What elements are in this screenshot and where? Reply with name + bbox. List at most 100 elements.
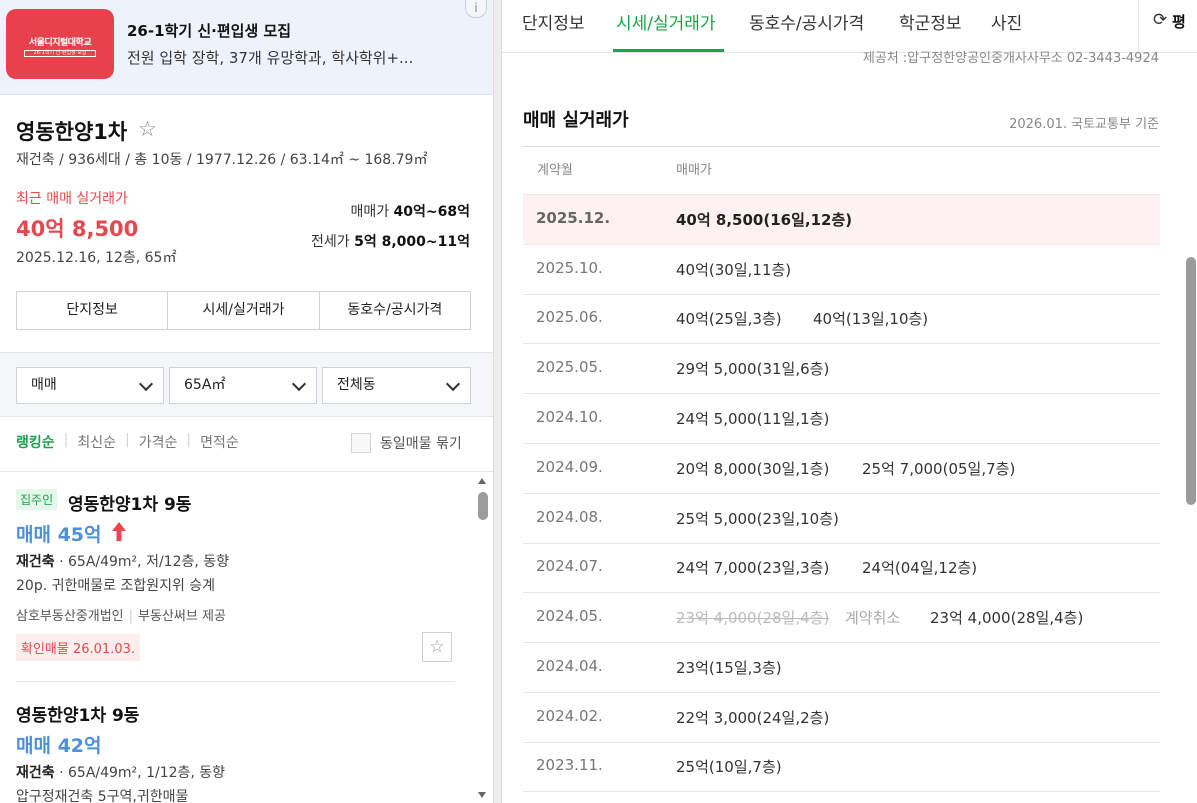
listing-title[interactable]: 영동한양1차 9동 [68, 490, 191, 515]
recent-price: 40억 8,500 [16, 217, 139, 241]
row-deal: 22억 3,000(24일,2층) [676, 709, 830, 727]
sort-separator: | [125, 432, 130, 448]
ad-description[interactable]: 전원 입학 장학, 37개 유망학과, 학사학위+... [127, 47, 413, 68]
dong-value: 전체동 [337, 377, 376, 393]
data-provider: 제공처 :압구정한양공인중개사사무소 02-3443-4924 [862, 51, 1159, 66]
sort-latest[interactable]: 최신순 [77, 432, 125, 452]
row-month: 2024.04. [536, 657, 603, 675]
listing-agency: 삼호부동산중개법인 [16, 609, 124, 624]
star-icon[interactable]: ☆ [138, 117, 157, 141]
table-row: 2024.05. 23억 4,000(28일,4층) 계약취소 23억 4,00… [523, 593, 1160, 643]
ad-title[interactable]: 26-1학기 신·편입생 모집 [127, 20, 291, 41]
row-month: 2025.06. [536, 308, 603, 326]
listing-provider: 부동산써브 제공 [138, 609, 226, 624]
listing-price[interactable]: 매매 42억 [16, 731, 102, 758]
lease-price-label: 전세가 [311, 234, 350, 250]
row-deal: 40억(25일,3층) [676, 310, 782, 328]
lease-price-range: 전세가 5억 8,000~11억 [311, 231, 470, 251]
left-panel: 서울디지털대학교 26-1학기 신·편입생 모집 26-1학기 신·편입생 모집… [0, 0, 493, 803]
listing-title[interactable]: 영동한양1차 9동 [16, 701, 139, 726]
listing-spec-text: 65A/49m², 저/12층, 동향 [68, 554, 230, 570]
row-deal: 25억(10일,7층) [676, 758, 782, 776]
sale-price-range: 매매가 40억~68억 [350, 201, 470, 221]
table-row: 2025.06. 40억(25일,3층) 40억(13일,10층) [523, 294, 1160, 344]
scrollbar-thumb[interactable] [1186, 257, 1196, 505]
divider [0, 471, 493, 472]
row-deal: 23억(15일,3층) [676, 659, 782, 677]
trade-type-value: 매매 [31, 377, 57, 393]
row-month: 2024.08. [536, 508, 603, 526]
column-header-month: 계약월 [537, 163, 573, 178]
table-row: 2024.07. 24억 7,000(23일,3층) 24억(04일,12층) [523, 543, 1160, 593]
subtab-unit-price[interactable]: 동호수/공시가격 [320, 292, 470, 329]
arrow-up-icon [112, 522, 126, 541]
subtab-price[interactable]: 시세/실거래가 [168, 292, 320, 329]
sort-ranking[interactable]: 랭킹순 [16, 432, 64, 452]
table-row: 2025.05. 29억 5,000(31일,6층) [523, 344, 1160, 394]
row-month: 2025.05. [536, 358, 603, 376]
column-header-price: 매매가 [676, 163, 712, 178]
tab-unit-price[interactable]: 동호수/공시가격 [749, 9, 864, 34]
right-panel: 단지정보 시세/실거래가 동호수/공시가격 학군정보 사진 ⟳ 평 제공처 :압… [502, 0, 1197, 803]
dong-select[interactable]: 전체동 [322, 367, 471, 404]
area-select[interactable]: 65A㎡ [169, 367, 317, 404]
list-scrollbar[interactable] [474, 474, 491, 803]
area-unit-toggle[interactable]: ⟳ 평 [1138, 0, 1197, 52]
owner-badge: 집주인 [16, 489, 58, 510]
same-listing-checkbox[interactable] [351, 433, 371, 453]
sort-area[interactable]: 면적순 [200, 432, 248, 452]
detail-scrollbar[interactable] [1185, 53, 1197, 803]
chevron-down-icon [138, 376, 154, 392]
table-row: 2024.08. 25억 5,000(23일,10층) [523, 494, 1160, 544]
area-value: 65A㎡ [184, 377, 226, 393]
ad-logo[interactable]: 서울디지털대학교 26-1학기 신·편입생 모집 [6, 9, 114, 79]
sort-price[interactable]: 가격순 [139, 432, 187, 452]
tab-photos[interactable]: 사진 [991, 9, 1022, 34]
row-month: 2025.10. [536, 259, 603, 277]
row-month: 2024.09. [536, 458, 603, 476]
favorite-button[interactable]: ☆ [422, 632, 452, 662]
chevron-down-icon [445, 376, 461, 392]
table-row: 2024.10. 24억 5,000(11일,1층) [523, 394, 1160, 444]
table-row: 2025.10. 40억(30일,11층) [523, 245, 1160, 295]
table-row: 2024.02. 22억 3,000(24일,2층) [523, 693, 1160, 743]
tab-complex-info[interactable]: 단지정보 [522, 9, 585, 34]
sort-options: 랭킹순 | 최신순 | 가격순 | 면적순 [16, 432, 248, 452]
listing-type: 재건축 [16, 554, 55, 570]
table-border [523, 146, 1160, 147]
row-month: 2024.02. [536, 707, 603, 725]
scrollbar-thumb[interactable] [478, 492, 488, 520]
source-separator: | [128, 609, 134, 624]
refresh-icon: ⟳ [1153, 10, 1168, 30]
same-listing-label[interactable]: 동일매물 묶기 [380, 433, 462, 453]
row-deal: 25억 5,000(23일,10층) [676, 510, 839, 528]
listing-spec-text: 65A/49m², 1/12층, 동향 [68, 765, 226, 781]
listing-spec: 재건축 · 65A/49m², 1/12층, 동향 [16, 765, 226, 781]
trade-type-select[interactable]: 매매 [16, 367, 164, 404]
data-basis: 2026.01. 국토교통부 기준 [1009, 117, 1159, 132]
info-icon[interactable]: i [465, 0, 487, 18]
area-unit-label: 평 [1172, 13, 1186, 31]
row-month: 2024.10. [536, 408, 603, 426]
tab-school[interactable]: 학군정보 [899, 9, 962, 34]
table-row: 2024.09. 20억 8,000(30일,1층) 25억 7,000(05일… [523, 444, 1160, 494]
ad-banner[interactable]: 서울디지털대학교 26-1학기 신·편입생 모집 26-1학기 신·편입생 모집… [0, 0, 493, 95]
scroll-down-icon[interactable] [478, 792, 486, 798]
listing-price[interactable]: 매매 45억 [16, 520, 102, 547]
ad-logo-text: 서울디지털대학교 [28, 38, 92, 48]
listing-spec: 재건축 · 65A/49m², 저/12층, 동향 [16, 554, 230, 570]
scroll-up-icon[interactable] [478, 478, 486, 484]
row-deal: 20억 8,000(30일,1층) [676, 460, 830, 478]
listing-description: 20p. 귀한매물로 조합원지위 승계 [16, 578, 216, 594]
row-month: 2024.05. [536, 607, 603, 625]
detail-tabs: 단지정보 시세/실거래가 동호수/공시가격 학군정보 사진 [502, 0, 1138, 53]
sort-separator: | [63, 432, 69, 448]
sort-separator: | [186, 432, 192, 448]
row-deal: 24억 5,000(11일,1층) [676, 410, 830, 428]
complex-meta: 재건축 / 936세대 / 총 10동 / 1977.12.26 / 63.14… [16, 152, 428, 168]
panel-resize-handle[interactable] [493, 0, 502, 803]
subtab-complex-info[interactable]: 단지정보 [17, 292, 169, 329]
complex-subtabs: 단지정보 시세/실거래가 동호수/공시가격 [16, 291, 471, 330]
row-month: 2023.11. [536, 756, 603, 774]
tab-price[interactable]: 시세/실거래가 [616, 9, 716, 34]
